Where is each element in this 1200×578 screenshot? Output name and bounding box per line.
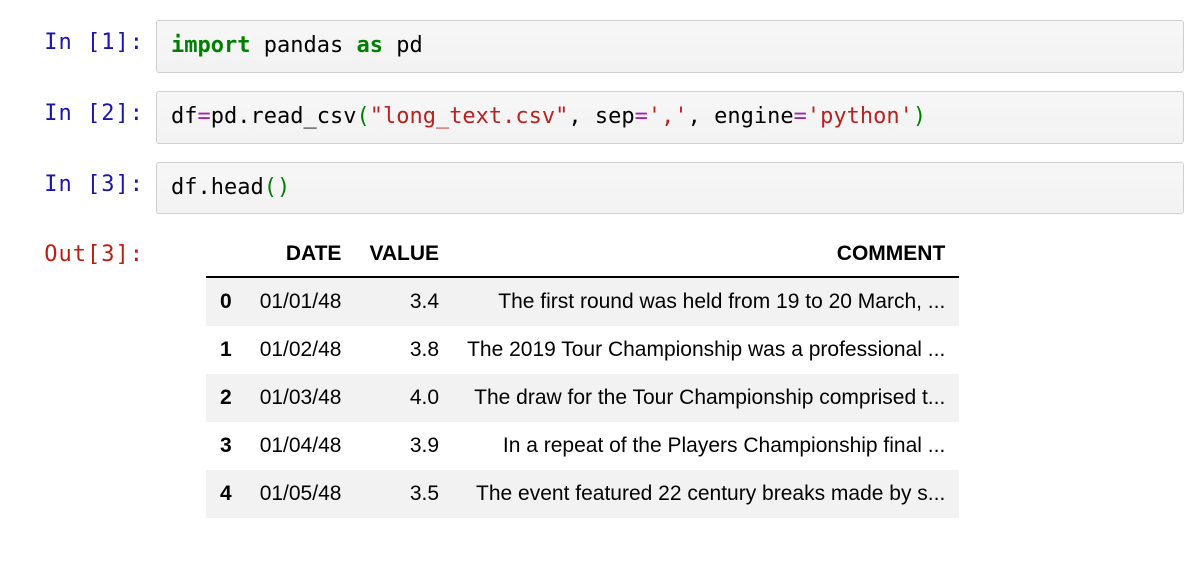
code-token: 'python' bbox=[807, 104, 913, 129]
dataframe-table: DATE VALUE COMMENT 0 01/01/48 3.4 The fi… bbox=[206, 232, 959, 518]
input-prompt: In [2]: bbox=[16, 91, 156, 126]
code-input[interactable]: df.head() bbox=[156, 162, 1184, 215]
cell-date: 01/01/48 bbox=[246, 277, 356, 326]
cell-date: 01/02/48 bbox=[246, 326, 356, 374]
cell-comment: The draw for the Tour Championship compr… bbox=[453, 374, 959, 422]
code-token: . bbox=[198, 175, 211, 200]
table-header-row: DATE VALUE COMMENT bbox=[206, 232, 959, 277]
code-token: = bbox=[794, 104, 807, 129]
cell-date: 01/05/48 bbox=[246, 470, 356, 518]
cell-value: 3.8 bbox=[355, 326, 453, 374]
code-token: ',' bbox=[648, 104, 688, 129]
row-index: 1 bbox=[206, 326, 246, 374]
row-index: 2 bbox=[206, 374, 246, 422]
code-token: import bbox=[171, 33, 250, 58]
notebook-cell: In [1]: import pandas as pd bbox=[16, 20, 1184, 73]
code-token: , engine bbox=[688, 104, 794, 129]
cell-value: 3.4 bbox=[355, 277, 453, 326]
column-header: VALUE bbox=[355, 232, 453, 277]
code-token: = bbox=[198, 104, 211, 129]
code-token: , sep bbox=[568, 104, 634, 129]
code-token: df bbox=[171, 175, 198, 200]
code-token: () bbox=[264, 175, 291, 200]
input-prompt: In [1]: bbox=[16, 20, 156, 55]
table-row: 2 01/03/48 4.0 The draw for the Tour Cha… bbox=[206, 374, 959, 422]
code-token: head bbox=[211, 175, 264, 200]
cell-date: 01/03/48 bbox=[246, 374, 356, 422]
table-row: 4 01/05/48 3.5 The event featured 22 cen… bbox=[206, 470, 959, 518]
notebook-output-cell: Out[3]: DATE VALUE COMMENT 0 01/01/48 3.… bbox=[16, 232, 1184, 518]
table-row: 3 01/04/48 3.9 In a repeat of the Player… bbox=[206, 422, 959, 470]
row-index: 3 bbox=[206, 422, 246, 470]
code-token: ) bbox=[913, 104, 926, 129]
code-token: read_csv bbox=[251, 104, 357, 129]
code-token: = bbox=[635, 104, 648, 129]
input-prompt: In [3]: bbox=[16, 162, 156, 197]
cell-date: 01/04/48 bbox=[246, 422, 356, 470]
row-index: 4 bbox=[206, 470, 246, 518]
code-token: . bbox=[237, 104, 250, 129]
cell-comment: The first round was held from 19 to 20 M… bbox=[453, 277, 959, 326]
index-header bbox=[206, 232, 246, 277]
code-token: pandas bbox=[250, 33, 356, 58]
code-token: as bbox=[356, 33, 383, 58]
code-input[interactable]: import pandas as pd bbox=[156, 20, 1184, 73]
cell-comment: In a repeat of the Players Championship … bbox=[453, 422, 959, 470]
cell-value: 3.9 bbox=[355, 422, 453, 470]
code-token: "long_text.csv" bbox=[370, 104, 569, 129]
cell-value: 3.5 bbox=[355, 470, 453, 518]
code-input[interactable]: df=pd.read_csv("long_text.csv", sep=',',… bbox=[156, 91, 1184, 144]
notebook-cell: In [3]: df.head() bbox=[16, 162, 1184, 215]
output-prompt: Out[3]: bbox=[16, 232, 156, 267]
code-token: pd bbox=[383, 33, 423, 58]
cell-comment: The event featured 22 century breaks mad… bbox=[453, 470, 959, 518]
code-token: df bbox=[171, 104, 198, 129]
column-header: COMMENT bbox=[453, 232, 959, 277]
code-token: pd bbox=[211, 104, 238, 129]
cell-comment: The 2019 Tour Championship was a profess… bbox=[453, 326, 959, 374]
code-token: ( bbox=[356, 104, 369, 129]
table-row: 1 01/02/48 3.8 The 2019 Tour Championshi… bbox=[206, 326, 959, 374]
table-row: 0 01/01/48 3.4 The first round was held … bbox=[206, 277, 959, 326]
column-header: DATE bbox=[246, 232, 356, 277]
notebook-cell: In [2]: df=pd.read_csv("long_text.csv", … bbox=[16, 91, 1184, 144]
cell-value: 4.0 bbox=[355, 374, 453, 422]
output-area: DATE VALUE COMMENT 0 01/01/48 3.4 The fi… bbox=[156, 232, 1184, 518]
row-index: 0 bbox=[206, 277, 246, 326]
